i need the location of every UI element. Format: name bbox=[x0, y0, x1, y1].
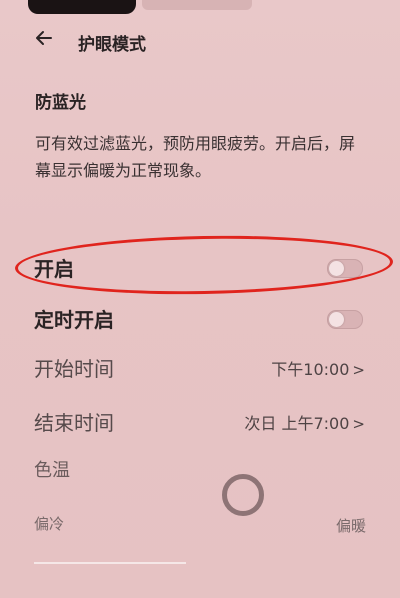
color-temperature-slider-handle[interactable] bbox=[222, 474, 264, 516]
annotation-ellipse bbox=[14, 232, 394, 298]
scheduled-toggle[interactable] bbox=[327, 310, 363, 329]
scheduled-label: 定时开启 bbox=[34, 308, 114, 332]
section-title: 防蓝光 bbox=[35, 93, 86, 113]
screen: 护眼模式 防蓝光 可有效过滤蓝光，预防用眼疲劳。开启后，屏幕显示偏暖为正常现象。… bbox=[0, 0, 400, 598]
cool-label: 偏冷 bbox=[34, 515, 65, 533]
start-time-value: 下午10:00 bbox=[271, 360, 350, 379]
start-time-row[interactable]: 开始时间 下午10:00 > bbox=[34, 347, 369, 383]
page-title: 护眼模式 bbox=[78, 35, 146, 55]
header: 护眼模式 bbox=[0, 26, 400, 56]
end-time-label: 结束时间 bbox=[34, 411, 114, 435]
start-time-label: 开始时间 bbox=[34, 357, 114, 381]
color-temperature-slider-track[interactable] bbox=[34, 562, 186, 564]
status-bar-notch bbox=[28, 0, 136, 14]
warm-label: 偏暖 bbox=[335, 517, 366, 535]
back-button[interactable] bbox=[34, 28, 58, 52]
arrow-left-icon bbox=[36, 31, 52, 45]
start-time-value-wrap: 下午10:00 > bbox=[271, 356, 365, 380]
end-time-row[interactable]: 结束时间 次日 上午7:00 > bbox=[34, 401, 369, 437]
status-bar-strip bbox=[142, 0, 252, 10]
scheduled-row[interactable]: 定时开启 bbox=[34, 298, 369, 334]
section-description: 可有效过滤蓝光，预防用眼疲劳。开启后，屏幕显示偏暖为正常现象。 bbox=[35, 134, 356, 180]
end-time-value-wrap: 次日 上午7:00 > bbox=[244, 410, 365, 434]
end-time-value: 次日 上午7:00 bbox=[244, 414, 350, 433]
toggle-knob bbox=[329, 312, 344, 327]
color-temperature-label: 色温 bbox=[34, 460, 70, 481]
chevron-right-icon: > bbox=[352, 361, 365, 379]
chevron-right-icon: > bbox=[352, 415, 365, 433]
